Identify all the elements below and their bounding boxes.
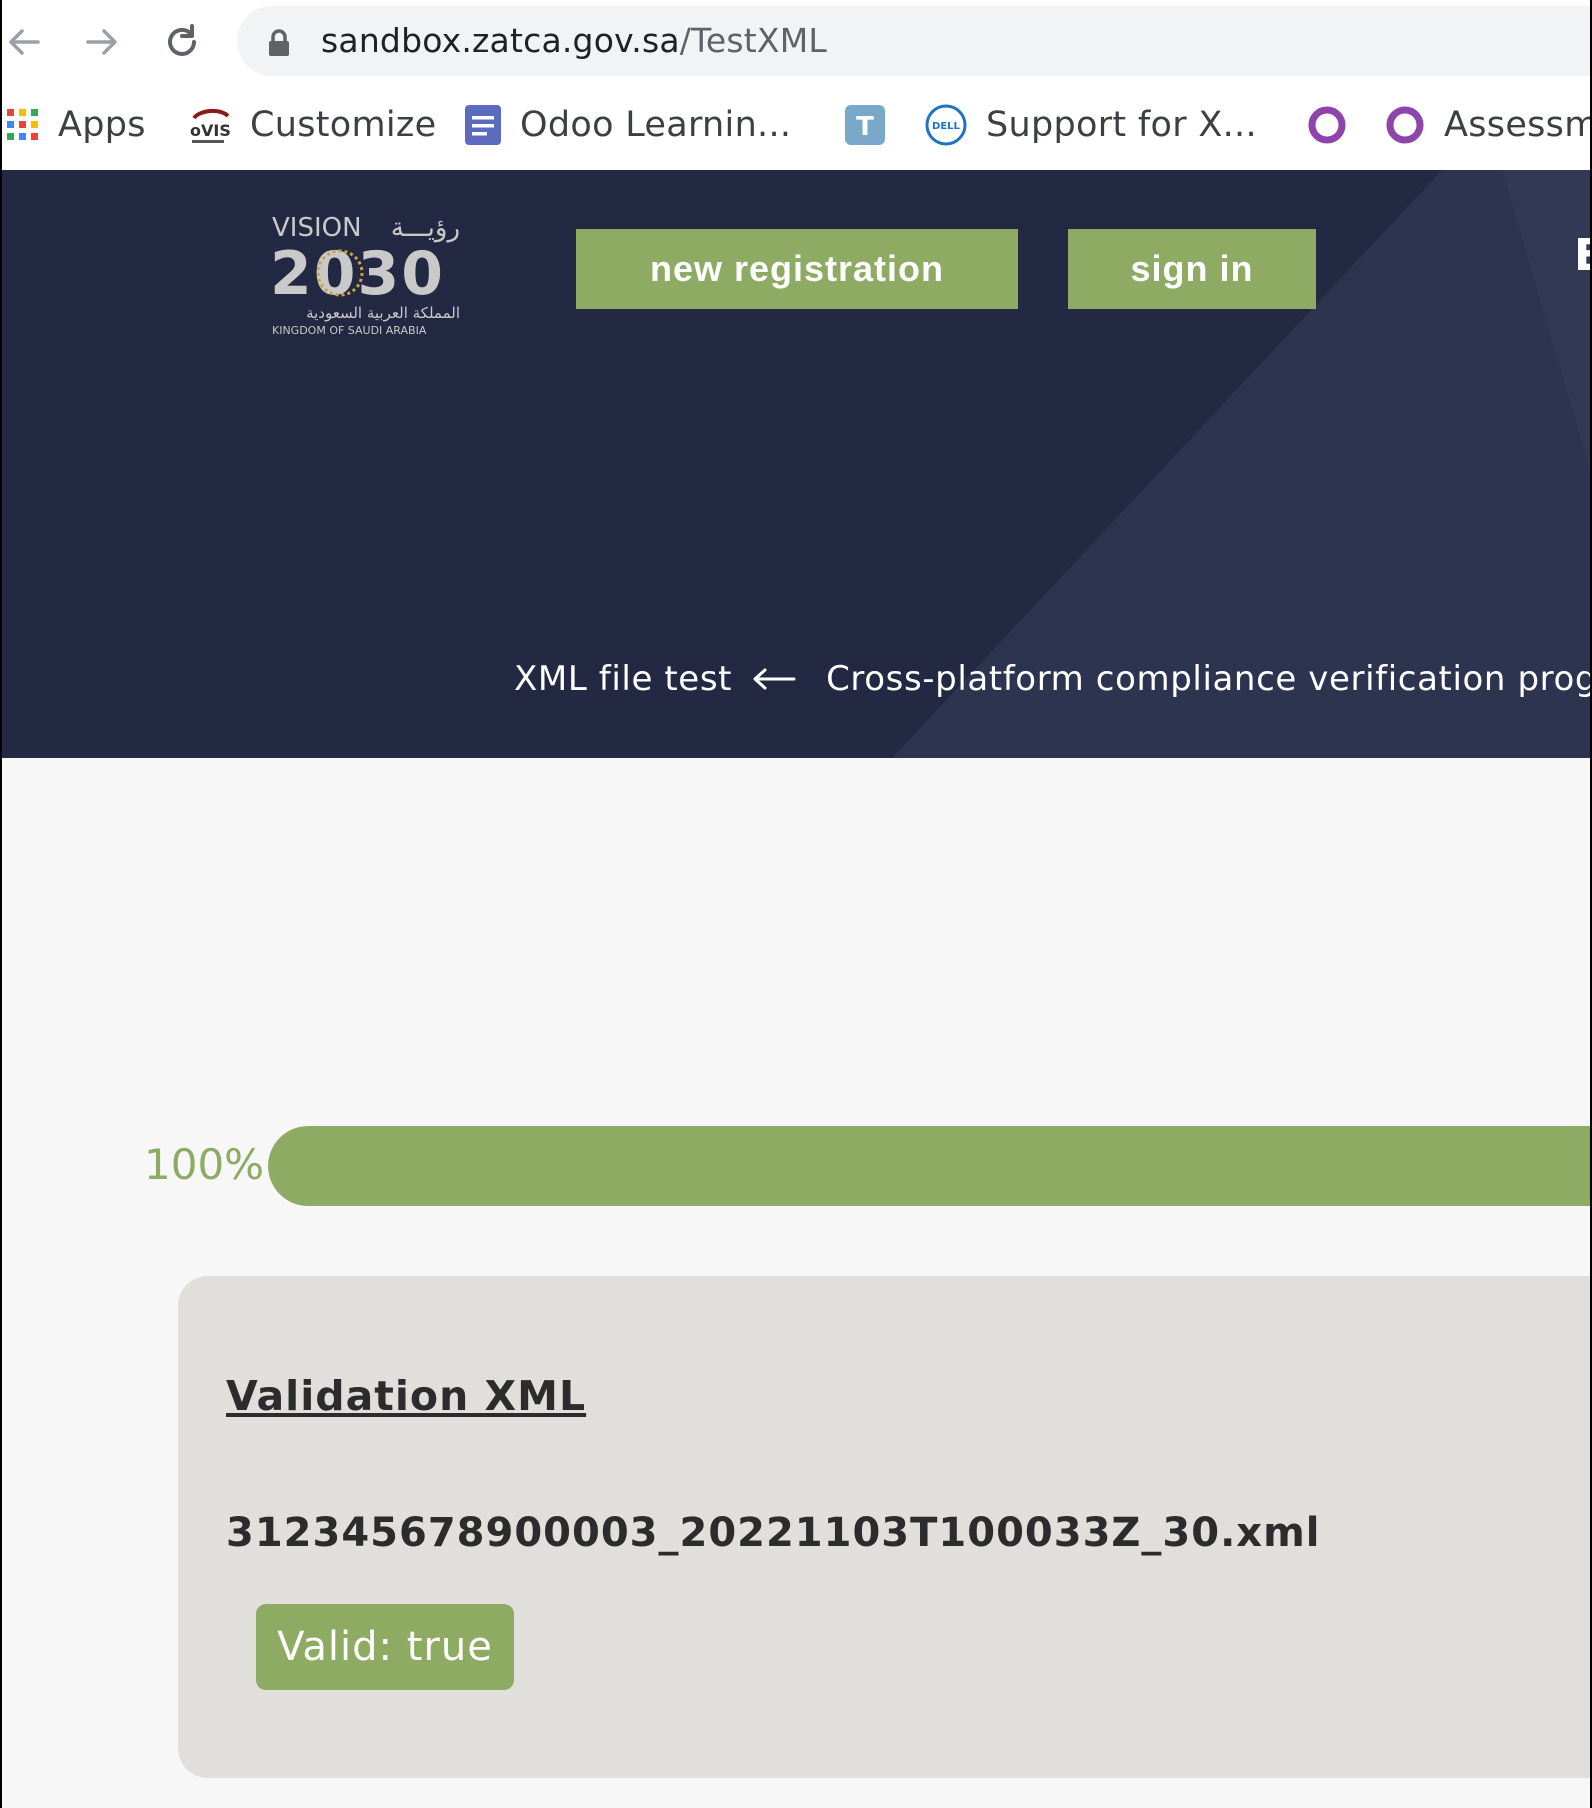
bookmark-label: Support for X... <box>986 105 1257 145</box>
xml-file-name: 312345678900003_20221103T100033Z_30.xml <box>226 1510 1321 1556</box>
browser-toolbar: sandbox.zatca.gov.sa/TestXML <box>2 0 1590 82</box>
validation-title: Validation XML <box>226 1372 587 1420</box>
arrow-right-icon <box>86 29 117 55</box>
bookmark-assessment[interactable]: Assessm <box>1384 102 1590 148</box>
circle-icon <box>1386 106 1424 144</box>
vision-2030-emblem: VISION رؤيـــة 2030 المملكة العربية السع… <box>270 213 460 337</box>
logo-year: 2030 <box>270 239 445 309</box>
breadcrumb: XML file test Cross-platform compliance … <box>514 654 1590 704</box>
valid-status-badge: Valid: true <box>256 1604 514 1690</box>
progress-fill <box>268 1126 1590 1206</box>
t-badge-icon: T <box>845 105 885 145</box>
site-header: VISION رؤيـــة 2030 المملكة العربية السع… <box>2 170 1590 758</box>
reload-icon <box>168 24 196 56</box>
address-bar[interactable]: sandbox.zatca.gov.sa/TestXML <box>237 6 1590 76</box>
svg-text:T: T <box>856 112 874 142</box>
arrow-left-icon <box>752 667 796 691</box>
reload-button[interactable] <box>154 14 210 70</box>
logo-kingdom: KINGDOM OF SAUDI ARABIA <box>272 324 427 337</box>
breadcrumb-current: XML file test <box>514 659 733 699</box>
document-icon <box>465 105 501 145</box>
progress-percent: 100% <box>144 1140 265 1189</box>
sign-in-button[interactable]: sign in <box>1068 229 1316 309</box>
bookmark-t[interactable]: T <box>844 102 886 148</box>
back-button[interactable] <box>2 14 52 70</box>
progress-bar <box>268 1126 1590 1206</box>
bookmark-support[interactable]: DELL Support for X... <box>924 102 1257 148</box>
forward-button[interactable] <box>74 14 130 70</box>
url-host: sandbox.zatca.gov.sa <box>321 21 680 60</box>
url-text: sandbox.zatca.gov.sa/TestXML <box>321 20 827 62</box>
language-toggle[interactable]: E <box>1574 230 1590 281</box>
circle-icon <box>1308 106 1346 144</box>
bookmark-label: Assessm <box>1444 105 1590 145</box>
bookmark-label: Customize <box>250 105 437 145</box>
arrow-left-icon <box>9 29 40 55</box>
logo-arabic-kingdom: المملكة العربية السعودية <box>306 304 460 322</box>
bookmark-odoo[interactable]: Odoo Learnin... <box>464 102 791 148</box>
bookmark-customize[interactable]: oVIS Customize <box>186 102 436 148</box>
ovis-eyecare-icon: oVIS <box>190 109 231 143</box>
dell-logo-icon: DELL <box>925 104 967 146</box>
bookmark-apps[interactable]: Apps <box>6 102 146 148</box>
bookmark-label: Apps <box>58 105 146 145</box>
page: sandbox.zatca.gov.sa/TestXML Apps oVIS C… <box>2 0 1590 1808</box>
svg-text:oVIS: oVIS <box>190 121 231 140</box>
bookmarks-bar: Apps oVIS Customize Odoo Learnin... T DE… <box>2 82 1590 172</box>
svg-text:DELL: DELL <box>932 121 961 132</box>
apps-grid-icon <box>7 109 38 140</box>
new-registration-button[interactable]: new registration <box>576 229 1018 309</box>
lock-icon <box>269 29 289 56</box>
url-path: /TestXML <box>679 21 827 60</box>
vision-2030-logo: VISION رؤيـــة 2030 المملكة العربية السع… <box>270 200 470 340</box>
bookmark-label: Odoo Learnin... <box>520 105 792 145</box>
validation-result-card: Validation XML 312345678900003_20221103T… <box>178 1276 1590 1778</box>
breadcrumb-parent[interactable]: Cross-platform compliance verification p… <box>826 659 1590 699</box>
bookmark-circle[interactable] <box>1306 102 1348 148</box>
